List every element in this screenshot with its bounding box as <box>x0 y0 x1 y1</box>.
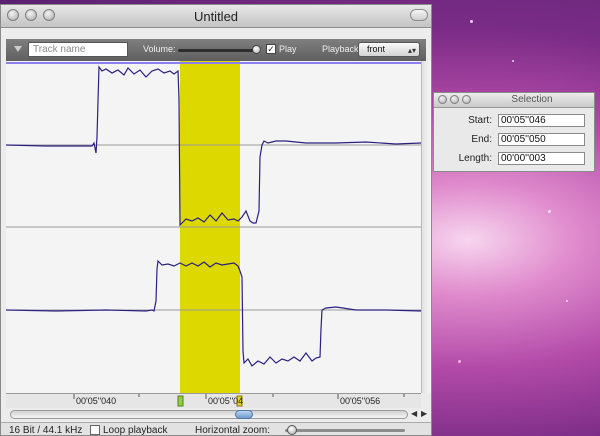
ruler-label: 00'05''04 <box>208 396 244 406</box>
waveform-view[interactable] <box>5 61 422 393</box>
volume-slider[interactable] <box>178 49 260 52</box>
end-label: End: <box>471 134 492 145</box>
length-label: Length: <box>458 153 492 164</box>
track-toolbar: Volume: ✓ Play Playback: front ▴▾ <box>6 39 426 61</box>
vertical-scrollbar[interactable] <box>421 61 431 393</box>
status-bar: 16 Bit / 44.1 kHz Loop playback Horizont… <box>1 422 431 436</box>
selection-close-button[interactable] <box>438 95 447 104</box>
volume-label: Volume: <box>143 44 176 54</box>
audio-format-label: 16 Bit / 44.1 kHz <box>9 425 83 436</box>
length-field[interactable]: 00'00''003 <box>498 152 585 165</box>
horizontal-zoom-label: Horizontal zoom: <box>195 425 271 436</box>
scroll-left-arrow-icon[interactable]: ◀ <box>411 409 417 418</box>
ruler-label: 00'05''056 <box>340 396 381 406</box>
toolbar-toggle-button[interactable] <box>410 9 428 21</box>
selection-window: Selection Start: 00'05''046 End: 00'05''… <box>433 92 595 172</box>
window-title: Untitled <box>193 9 239 24</box>
horizontal-scroll-thumb[interactable] <box>235 410 253 419</box>
ruler-label: 00'05''040 <box>76 396 117 406</box>
start-field[interactable]: 00'05''046 <box>498 114 585 127</box>
horizontal-scroll-track[interactable] <box>10 410 408 419</box>
disclosure-triangle-icon[interactable] <box>14 46 22 52</box>
time-ruler: 00'05''040 00'05''04 00'05''056 <box>6 393 421 408</box>
scroll-right-arrow-icon[interactable]: ▶ <box>421 409 427 418</box>
selection-titlebar[interactable]: Selection <box>434 93 594 108</box>
horizontal-zoom-slider[interactable] <box>285 429 405 432</box>
track-name-input[interactable] <box>28 42 128 57</box>
play-checkbox[interactable]: ✓ <box>266 44 276 54</box>
playback-select[interactable]: front ▴▾ <box>358 42 420 57</box>
play-label: Play <box>279 44 297 54</box>
selection-minimize-button[interactable] <box>450 95 459 104</box>
checkmark-icon: ✓ <box>267 44 275 54</box>
selection-title: Selection <box>511 94 553 105</box>
start-label: Start: <box>468 115 492 126</box>
horizontal-scrollbar[interactable]: ◀ ▶ <box>6 408 431 422</box>
playback-label: Playback: <box>322 44 362 54</box>
selection-start-marker[interactable] <box>177 395 184 407</box>
loop-playback-checkbox[interactable] <box>90 425 100 435</box>
audio-editor-window: Untitled Volume: ✓ Play Playback: front … <box>0 4 432 436</box>
horizontal-zoom-knob[interactable] <box>287 425 297 435</box>
loop-playback-label: Loop playback <box>103 425 168 436</box>
volume-slider-knob[interactable] <box>251 45 261 54</box>
window-titlebar[interactable]: Untitled <box>1 5 431 28</box>
waveform-svg <box>5 61 422 393</box>
end-field[interactable]: 00'05''050 <box>498 133 585 146</box>
playback-select-value: front <box>367 44 386 54</box>
updown-arrows-icon: ▴▾ <box>407 46 416 55</box>
